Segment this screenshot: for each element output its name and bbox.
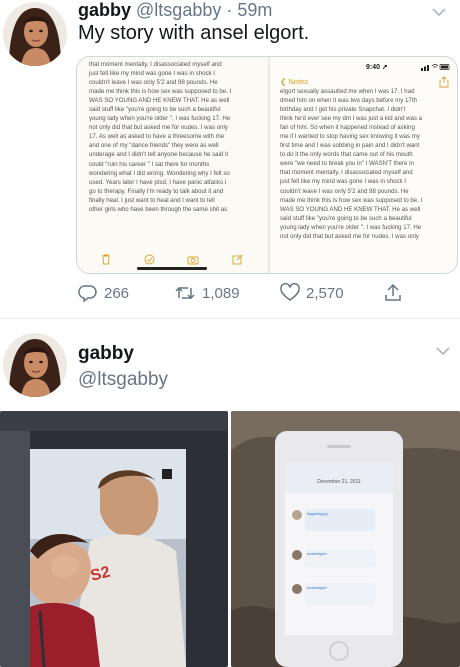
note-line: me if I wanted to stop having sex knowin… [280, 133, 420, 141]
chat-date: December 21, 2011 [317, 479, 361, 485]
note-line: could "ruin his career " I sat there for… [89, 160, 210, 168]
tweet-actions: 266 1,089 2,570 [78, 283, 418, 309]
note-line: used. Years later I have ptsd, I have pa… [89, 178, 227, 186]
note-line: made me think this is how sex was suppos… [280, 196, 423, 204]
trash-icon [101, 252, 111, 270]
note-line: that moment mentally. I disassociated my… [280, 169, 413, 177]
note-line: birthday and I got his private Snapchat.… [280, 106, 406, 114]
note-line: underage and I didn't tell anyone becaus… [89, 151, 229, 159]
note-line: were "we need to break you in" I WASN'T … [280, 160, 414, 168]
notes-back-button: ❮ Notes [280, 77, 308, 86]
retweet-count: 1,089 [202, 284, 240, 302]
user-handle[interactable]: @ltsgabby [136, 0, 221, 20]
retweet-button[interactable]: 1,089 [174, 283, 240, 303]
chevron-down-icon[interactable] [432, 4, 446, 20]
display-name[interactable]: gabby [78, 0, 131, 20]
note-line: not only did that but asked me for nudes… [89, 124, 228, 132]
chat-user-1: itsgabbyyyy [307, 511, 328, 516]
share-icon [439, 75, 449, 88]
note-line: and one of my "dance friends" they were … [89, 142, 219, 150]
status-bar-icons [421, 63, 451, 73]
note-line: said stuff like "you're going to be such… [280, 214, 412, 222]
note-line: finally heal. I just want to heal and I … [89, 196, 215, 204]
chat-user-3: anselelgort [307, 585, 327, 590]
user-handle[interactable]: @ltsgabby [78, 369, 168, 391]
note-line: young lady when you're older ". I was fu… [280, 223, 422, 231]
note-line: not only did that but asked me for nudes… [280, 232, 419, 240]
battery-icon [421, 64, 450, 71]
note-line: think he'd ever see my dm I was just a k… [280, 115, 423, 123]
reply-icon [78, 285, 97, 303]
note-line: couldn't leave I was only 5'2 and 98 pou… [280, 187, 409, 195]
note-line: made me think this is how sex was suppos… [89, 88, 232, 96]
note-line: dmed him on when it was two days before … [280, 97, 417, 105]
note-line: young lady when you're older ". I was fu… [89, 115, 231, 123]
tweet-photo-selfie[interactable]: S2 [0, 411, 228, 667]
note-line: first time and I was sobbing in pain and… [280, 142, 420, 150]
note-line: go to therapy. Finally I'm ready to talk… [89, 187, 224, 195]
note-line: that moment mentally. I disassociated my… [89, 61, 222, 68]
note-line: 17. As well as asked to have a threesome… [89, 133, 225, 141]
note-line: other girls who have been through the sa… [89, 205, 228, 213]
share-button[interactable] [383, 283, 403, 303]
status-bar-time: 9:40 ➚ [366, 64, 388, 71]
tweet-photo-phone-chat[interactable]: December 21, 2011 itsgabbyyyy anselelgor… [231, 411, 460, 667]
tweet-second: gabby @ltsgabby S2 December 21, 2011 its… [0, 319, 460, 667]
heart-icon [280, 283, 300, 301]
separator-dot: · [226, 0, 233, 20]
reply-count: 266 [104, 284, 130, 302]
note-line: just felt like my mind was gone I was in… [89, 70, 215, 78]
chevron-left-icon: ❮ [280, 77, 287, 86]
note-line: elgort sexually assaulted me when I was … [280, 88, 415, 95]
note-line: said stuff like "you're going to be such… [89, 106, 221, 114]
share-icon [385, 283, 401, 301]
notes-screenshot-right: 9:40 ➚ ❮ Notes elgort sexually assaulted… [269, 57, 457, 273]
like-count: 2,570 [306, 284, 344, 302]
tweet-header: gabby @ltsgabby · 59m [78, 0, 272, 21]
note-line: fan of him. So when it happened instead … [280, 124, 415, 132]
display-name[interactable]: gabby [78, 343, 134, 365]
note-line: WAS SO YOUNG AND HE KNEW THAT. He as wel… [280, 205, 421, 213]
notes-body-right: elgort sexually assaulted me when I was … [270, 87, 457, 241]
retweet-icon [175, 286, 195, 300]
note-line: to do it the only words that came out of… [280, 151, 413, 159]
avatar[interactable] [3, 2, 67, 66]
note-line: couldn't leave I was only 5'2 and 98 pou… [89, 79, 218, 87]
avatar[interactable] [3, 333, 67, 397]
note-line: wondering what I did wrong. Wondering wh… [89, 169, 230, 177]
location-icon: ➚ [381, 64, 388, 71]
tweet-first: gabby @ltsgabby · 59m My story with anse… [0, 0, 460, 318]
notes-screenshot-left: that moment mentally. I disassociated my… [77, 57, 267, 273]
tweet-timestamp[interactable]: 59m [237, 0, 272, 20]
chevron-down-icon[interactable] [436, 343, 450, 359]
home-indicator [137, 267, 207, 270]
tweet-media-notes[interactable]: that moment mentally. I disassociated my… [76, 56, 458, 274]
note-line: WAS SO YOUNG AND HE KNEW THAT. He as wel… [89, 97, 230, 105]
reply-button[interactable]: 266 [78, 283, 129, 303]
note-line: just felt like my mind was gone I was in… [280, 178, 406, 186]
tweet-text: My story with ansel elgort. [78, 22, 310, 44]
like-button[interactable]: 2,570 [280, 283, 344, 303]
compose-icon [232, 252, 243, 270]
notes-body-left: that moment mentally. I disassociated my… [77, 60, 267, 214]
chat-user-2: anselelgort [307, 551, 327, 556]
